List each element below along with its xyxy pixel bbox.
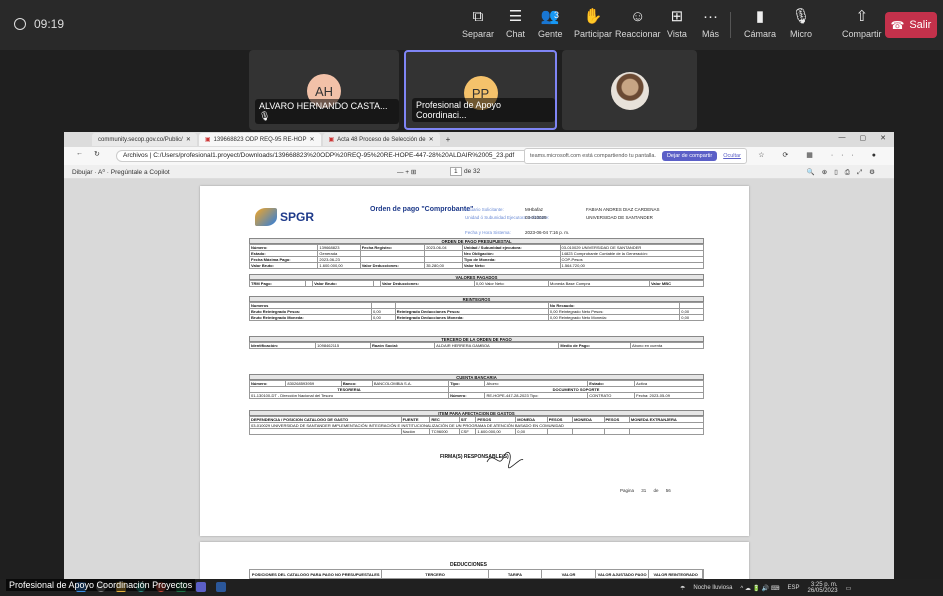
toolbar-label: Gente [538, 29, 563, 39]
browser-menu-icons[interactable]: ☆ ⟳ ▦ ··· ● [758, 151, 884, 159]
word-icon[interactable] [216, 582, 226, 592]
mic-muted-icon: 🎙 [259, 111, 271, 121]
presenter-caption: Profesional de Apoyo Coordinación Proyec… [6, 579, 196, 591]
phone-icon: ☎ [890, 19, 905, 32]
section-item: ITEM PARA AFECTACION DE GASTOS DEPENDENC… [249, 410, 705, 435]
window-controls[interactable]: — ▢ ✕ [839, 134, 887, 142]
page-input[interactable]: 1 [450, 167, 462, 176]
camera-off-icon: ▮ [755, 8, 765, 25]
shared-screen: community.secop.gov.co/Public/ ✕ ▣ 139668… [64, 132, 894, 579]
pdf-icon: ▣ [204, 137, 211, 143]
weather-icon: ☂ [680, 585, 686, 592]
new-tab-icon[interactable]: + [446, 135, 451, 144]
leave-label: Salir [909, 19, 932, 31]
pdf-icon: ▣ [328, 137, 335, 143]
react-icon: ☺ [630, 8, 646, 25]
toolbar-popout-button[interactable]: ⧉ Separar [462, 8, 494, 39]
section-orden: ORDEN DE PAGO PRESUPUESTAL Número: 139668… [248, 238, 705, 269]
participant-name: Profesional de Apoyo Coordinaci... [412, 98, 555, 122]
toolbar-label: Chat [506, 29, 526, 39]
section-cuenta: CUENTA BANCARIA Número: 830268593959 Banco… [248, 374, 704, 399]
toolbar-mic-button[interactable]: 🎙 Micro [790, 8, 812, 39]
chat-icon: ☰ [508, 8, 523, 25]
url-input[interactable]: Archivos | C:/Users/profesional1.proyect… [116, 150, 556, 162]
toolbar-label: Reaccionar [615, 29, 661, 39]
language[interactable]: ESP [788, 585, 800, 591]
address-bar: ← ↻ Archivos | C:/Users/profesional1.pro… [64, 147, 894, 165]
teams-icon[interactable] [196, 582, 206, 592]
page-total: de 32 [464, 168, 481, 175]
deducciones-title: DEDUCCIONES [450, 562, 487, 568]
toolbar-react-button[interactable]: ☺ Reaccionar [615, 8, 661, 39]
pdf-right-tools[interactable]: 🔍⊕▯⎙⤢⚙ [807, 168, 882, 177]
popout-icon: ⧉ [472, 8, 484, 25]
pdf-toolbar: Dibujar · A⁰ · Pregúntale a Copilot — + … [64, 165, 894, 179]
toolbar-view-button[interactable]: ⊞ Vista [667, 8, 687, 39]
pdf-tools[interactable]: Dibujar · A⁰ · Pregúntale a Copilot [72, 168, 170, 176]
toolbar-label: Compartir [842, 29, 882, 39]
doc-title: Orden de pago "Comprobante" [370, 206, 474, 213]
section-reintegros: REINTEGROS Numeros No Recaudo: Bruto Rein… [248, 296, 704, 321]
toolbar-label: Cámara [744, 29, 777, 39]
weather-text: Noche lluviosa [693, 585, 733, 591]
spgr-logo: SPGR [255, 208, 314, 226]
mic-icon: 🎙 [791, 8, 811, 25]
system-tray[interactable]: ☂ Noche lluviosa ^ ☁ 🔋 🔊 ⌨ ESP 3:25 p. m… [680, 582, 851, 594]
sharing-banner: teams.microsoft.com está compartiendo tu… [524, 148, 747, 164]
meeting-time: 09:19 [34, 17, 65, 31]
toolbar-camera-off-button[interactable]: ▮ Cámara [744, 8, 776, 39]
more-icon: ··· [703, 8, 718, 25]
meta-values-2: FABIAN ANDRES DIAZ CARDENAS UNIVERSIDAD D… [586, 207, 660, 220]
participant-gallery: AH ALVARO HERNANDO CASTA... 🎙 PP Profesi… [0, 50, 943, 132]
deducciones-header: POSICIONES DEL CATALOGO PARA PAGO NO PRE… [249, 569, 704, 579]
avatar [610, 72, 649, 110]
view-icon: ⊞ [670, 8, 684, 25]
people-count-badge: 3 [554, 10, 560, 20]
toolbar-label: Vista [667, 29, 687, 39]
participant-name: ALVARO HERNANDO CASTA... 🎙 [255, 99, 399, 124]
toolbar-share-button[interactable]: ⇧ Compartir [842, 8, 882, 39]
shield-icon [14, 18, 26, 30]
browser-tab[interactable]: community.secop.gov.co/Public/ ✕ [92, 133, 197, 146]
browser-tabs: community.secop.gov.co/Public/ ✕ ▣ 139668… [64, 132, 894, 147]
participant-tile[interactable]: AH ALVARO HERNANDO CASTA... 🎙 [249, 50, 399, 130]
toolbar-label: Micro [790, 29, 812, 39]
zoom-controls[interactable]: — + ⊞ [397, 168, 416, 176]
sharing-text: teams.microsoft.com está compartiendo tu… [530, 153, 656, 159]
notification-icon[interactable]: ▭ [846, 585, 852, 592]
clock[interactable]: 3:25 p. m. 26/05/2023 [808, 582, 838, 594]
browser-tab[interactable]: ▣ Acta 48 Proceso de Selección de ✕ [322, 133, 440, 146]
raise-hand-icon: ✋ [583, 8, 603, 25]
section-valores: VALORES PAGADOS TRM Pago: Valor Bruto: Val… [248, 274, 705, 287]
toolbar-label: Separar [462, 29, 495, 39]
leave-button[interactable]: ☎ Salir [885, 12, 937, 38]
hide-link[interactable]: Ocultar [723, 153, 741, 159]
toolbar-label: Participar [574, 29, 613, 39]
tray-icons[interactable]: ^ ☁ 🔋 🔊 ⌨ [740, 585, 779, 592]
participant-tile[interactable]: PP Profesional de Apoyo Coordinaci... [404, 50, 557, 130]
stop-sharing-button[interactable]: Dejar de compartir [661, 151, 718, 161]
meeting-toolbar: 09:19 ⧉ Separar ☰ Chat 👥 3 Gente ✋ Participar ☺ Re… [0, 0, 943, 50]
pdf-viewer[interactable]: SPGR Orden de pago "Comprobante" Usuario… [64, 179, 894, 579]
page-number: Pagina 31 de 56 [620, 488, 671, 493]
meta-values: MHbafaz 03-010029 2023-06-04 7:16 p. m. [525, 207, 570, 235]
pdf-page: DEDUCCIONES POSICIONES DEL CATALOGO PARA… [200, 542, 749, 579]
pdf-page: SPGR Orden de pago "Comprobante" Usuario… [200, 186, 749, 536]
toolbar-chat-button[interactable]: ☰ Chat [506, 8, 525, 39]
meeting-timer: 09:19 [14, 17, 64, 31]
back-icon[interactable]: ← [76, 150, 83, 157]
refresh-icon[interactable]: ↻ [94, 150, 100, 158]
toolbar-more-button[interactable]: ··· Más [702, 8, 719, 39]
toolbar-people-button[interactable]: 👥 3 Gente [538, 8, 563, 39]
toolbar-raise-hand-button[interactable]: ✋ Participar [574, 8, 612, 39]
section-tercero: TERCERO DE LA ORDEN DE PAGO Identificaci… [248, 336, 705, 349]
share-icon: ⇧ [855, 8, 869, 25]
signature-icon [486, 451, 524, 469]
toolbar-label: Más [702, 29, 720, 39]
toolbar-divider [730, 12, 731, 38]
browser-tab[interactable]: ▣ 139668823 ODP REQ-95 RE-HOP ✕ [198, 133, 321, 146]
participant-tile[interactable] [562, 50, 697, 130]
